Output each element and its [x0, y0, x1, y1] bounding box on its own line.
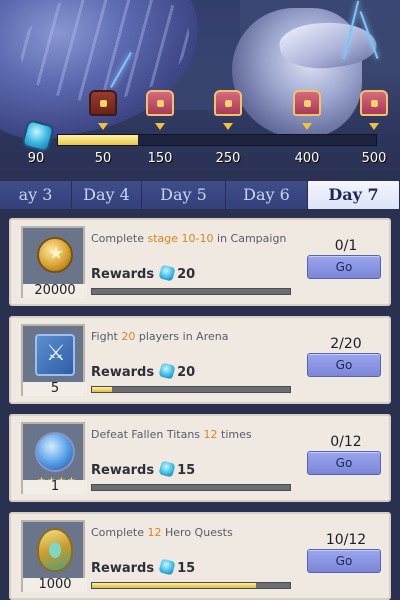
rewards-label: Rewards — [91, 365, 155, 380]
chest-lock-icon — [304, 100, 311, 107]
quest-title: Fight 20 players in Arena — [91, 330, 228, 343]
gold-coin-icon — [37, 237, 73, 273]
gem-icon — [158, 460, 176, 478]
rewards-label: Rewards — [91, 267, 155, 282]
rewards-label: Rewards — [91, 463, 155, 478]
milestone-marker-icon — [369, 123, 379, 130]
milestone-label: 400 — [294, 151, 320, 166]
quest-title-text: players in Arena — [135, 330, 229, 343]
quest-progress-fill — [92, 583, 257, 588]
milestone-label: 150 — [147, 151, 173, 166]
go-button[interactable]: Go — [307, 255, 381, 279]
quest-card: 1000 Complete 12 Hero Quests Rewards 15 10/1… — [9, 512, 391, 600]
chest-lock-icon — [225, 100, 232, 107]
pink-chest-icon[interactable] — [293, 90, 321, 116]
quest-title-highlight: 12 — [147, 526, 162, 539]
quest-progress-fill — [92, 387, 112, 392]
milestone-label: 50 — [94, 151, 112, 166]
milestone-marker-icon — [223, 123, 233, 130]
quest-count: 0/12 — [330, 434, 362, 450]
rewards-label: Rewards — [91, 561, 155, 576]
item-count: 1 — [23, 480, 87, 494]
gem-icon — [158, 558, 176, 576]
quest-progress-bar — [91, 582, 291, 589]
reward-value: 15 — [177, 561, 196, 576]
quest-item-slot[interactable]: 20000 — [21, 226, 87, 298]
quest-rewards: Rewards 15 — [91, 558, 196, 576]
current-points: 90 — [27, 151, 45, 166]
reward-value: 20 — [177, 365, 196, 380]
quest-title-text: in Campaign — [213, 232, 287, 245]
day-tabs: ay 3 Day 4 Day 5 Day 6 Day 7 — [0, 181, 400, 209]
quest-rewards: Rewards 20 — [91, 264, 196, 282]
quest-list: 20000 Complete stage 10-10 in Campaign Rew… — [0, 209, 400, 600]
hero-badge-icon — [37, 528, 73, 572]
quest-title-highlight: 12 — [203, 428, 218, 441]
go-button[interactable]: Go — [307, 549, 381, 573]
milestone-progress-fill — [58, 135, 138, 145]
quest-card: 5 Fight 20 players in Arena Rewards 20 2/20G… — [9, 316, 391, 404]
pink-chest-icon[interactable] — [360, 90, 388, 116]
quest-card: ★★★★1 Defeat Fallen Titans 12 times Reward… — [9, 414, 391, 502]
quest-card: 20000 Complete stage 10-10 in Campaign Rew… — [9, 218, 391, 306]
milestone-marker-icon — [98, 123, 108, 130]
item-count: 20000 — [23, 284, 87, 298]
quest-rewards: Rewards 15 — [91, 460, 196, 478]
red-chest-icon[interactable] — [89, 90, 117, 116]
milestone-marker-icon — [155, 123, 165, 130]
reward-value: 15 — [177, 463, 196, 478]
quest-title-highlight: stage 10-10 — [147, 232, 214, 245]
quest-progress-bar — [91, 288, 291, 295]
milestone-marker-icon — [302, 123, 312, 130]
quest-title-text: Hero Quests — [161, 526, 233, 539]
tab-day-4[interactable]: Day 4 — [72, 181, 142, 209]
quest-item-slot[interactable]: 5 — [21, 324, 87, 396]
quest-title: Complete stage 10-10 in Campaign — [91, 232, 286, 245]
quest-item-slot[interactable]: 1000 — [21, 520, 87, 592]
tab-day-7[interactable]: Day 7 — [308, 181, 400, 209]
quest-item-slot[interactable]: ★★★★1 — [21, 422, 87, 494]
quest-count: 2/20 — [330, 336, 362, 352]
quest-progress-bar — [91, 484, 291, 491]
tab-day-3[interactable]: ay 3 — [0, 181, 72, 209]
milestone-label: 250 — [215, 151, 241, 166]
item-count: 5 — [23, 382, 87, 396]
titan-orb-icon — [35, 432, 75, 472]
arena-scroll-icon — [35, 334, 75, 376]
quest-title-text: times — [217, 428, 252, 441]
tab-day-6[interactable]: Day 6 — [226, 181, 308, 209]
quest-rewards: Rewards 20 — [91, 362, 196, 380]
go-button[interactable]: Go — [307, 451, 381, 475]
pink-chest-icon[interactable] — [146, 90, 174, 116]
quest-progress-bar — [91, 386, 291, 393]
daily-quests-screen: 50 150 250 400 500 90 ay 3 Day 4 Day 5 Day 6 Day… — [0, 0, 400, 600]
quest-title-text: Fight — [91, 330, 122, 343]
quest-title-text: Defeat Fallen Titans — [91, 428, 204, 441]
quest-title-text: Complete — [91, 232, 148, 245]
chest-lock-icon — [100, 100, 107, 107]
milestone-progress-track — [57, 134, 377, 146]
quest-title-highlight: 20 — [121, 330, 136, 343]
gem-icon — [158, 362, 176, 380]
quest-title: Defeat Fallen Titans 12 times — [91, 428, 252, 441]
quest-count: 10/12 — [325, 532, 367, 548]
quest-title-text: Complete — [91, 526, 148, 539]
gem-icon — [158, 264, 176, 282]
tab-day-5[interactable]: Day 5 — [142, 181, 226, 209]
milestone-label: 500 — [361, 151, 387, 166]
go-button[interactable]: Go — [307, 353, 381, 377]
item-count: 1000 — [23, 578, 87, 592]
reward-value: 20 — [177, 267, 196, 282]
quest-banner: 50 150 250 400 500 90 — [0, 0, 400, 180]
quest-count: 0/1 — [334, 238, 358, 254]
gem-progress-icon — [20, 118, 56, 154]
chest-lock-icon — [157, 100, 164, 107]
chest-lock-icon — [371, 100, 378, 107]
quest-title: Complete 12 Hero Quests — [91, 526, 233, 539]
pink-chest-icon[interactable] — [214, 90, 242, 116]
